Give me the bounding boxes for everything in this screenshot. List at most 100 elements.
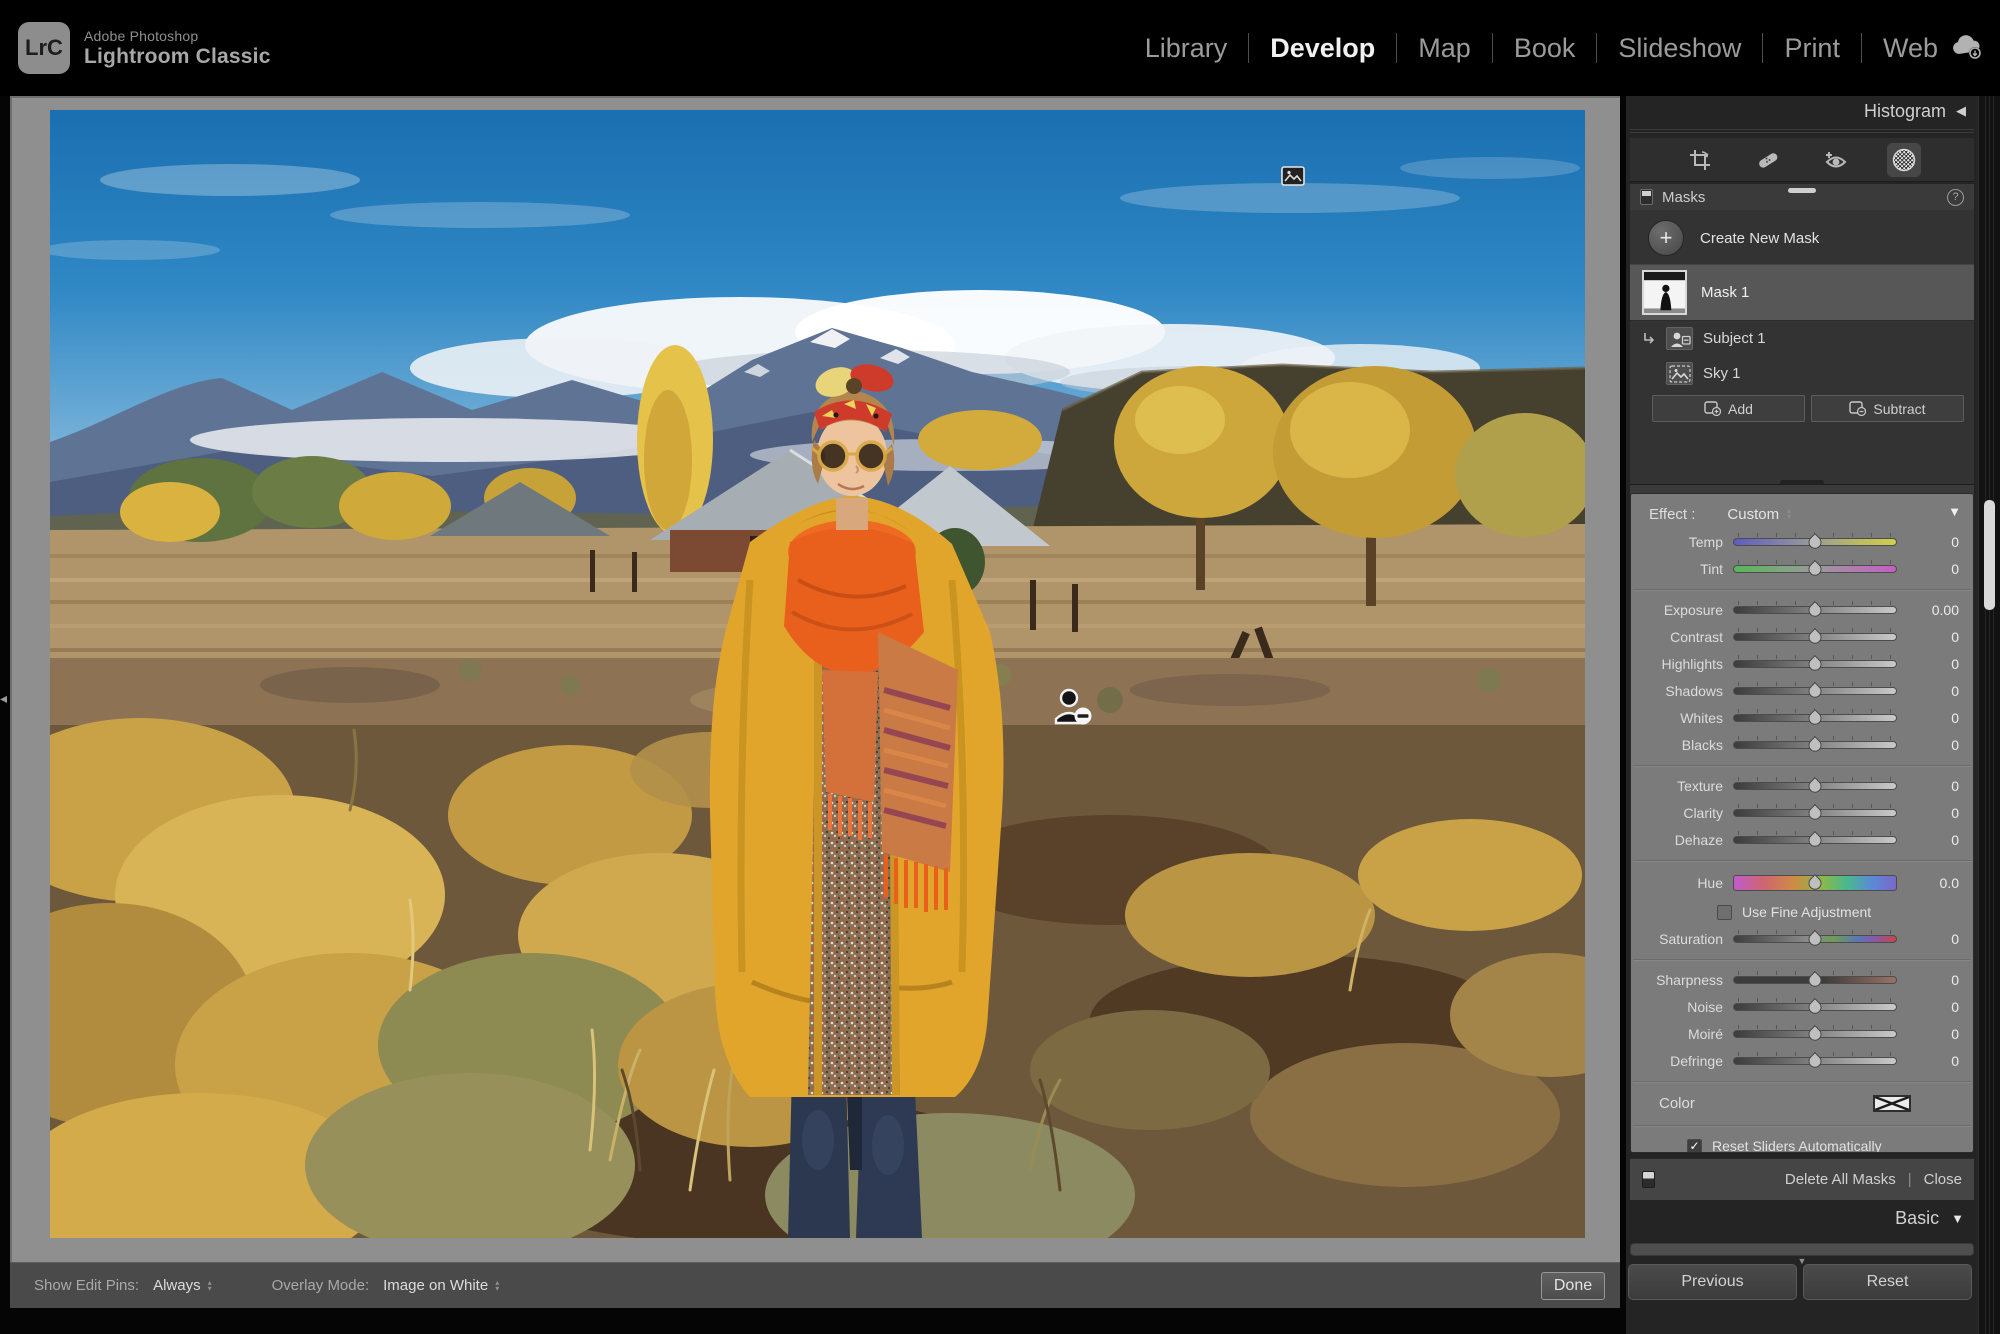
slider-track-dehaze[interactable] (1733, 836, 1897, 844)
sky-mask-pin[interactable] (1281, 166, 1305, 186)
slider-row-moir: Moiré0 (1631, 1020, 1973, 1047)
delete-all-masks-button[interactable]: Delete All Masks (1785, 1171, 1896, 1188)
slider-row-texture: Texture 0 (1631, 772, 1973, 799)
module-print[interactable]: Print (1780, 33, 1844, 64)
help-icon[interactable]: ? (1947, 189, 1964, 206)
use-fine-adjustment-checkbox[interactable] (1717, 905, 1732, 920)
module-map[interactable]: Map (1414, 33, 1475, 64)
panel-toggle-switch[interactable] (1642, 1171, 1655, 1188)
slider-row-contrast: Contrast0 (1631, 623, 1973, 650)
panel-switch-icon[interactable] (1640, 189, 1653, 205)
slider-value[interactable]: 0 (1907, 999, 1959, 1015)
slider-value[interactable]: 0 (1907, 931, 1959, 947)
slider-value[interactable]: 0 (1907, 656, 1959, 672)
effect-preset-dropdown[interactable]: Custom ▴▾ (1727, 506, 1791, 523)
masks-panel-header: Masks ? (1630, 184, 1974, 210)
slider-value[interactable]: 0 (1907, 832, 1959, 848)
histogram-label: Histogram (1864, 101, 1946, 122)
slider-value[interactable]: 0 (1907, 561, 1959, 577)
slider-row-saturation: Saturation0 (1631, 925, 1973, 952)
crop-tool[interactable] (1683, 143, 1717, 177)
slider-value[interactable]: 0.00 (1907, 602, 1959, 618)
slider-row-whites: Whites0 (1631, 704, 1973, 731)
slider-value[interactable]: 0 (1907, 1026, 1959, 1042)
updown-arrows-icon: ▴▾ (1787, 508, 1791, 520)
slider-value[interactable]: 0 (1907, 710, 1959, 726)
slider-track-highlights[interactable] (1733, 660, 1897, 668)
slider-track-moir[interactable] (1733, 1030, 1897, 1038)
add-button[interactable]: Add (1652, 395, 1805, 422)
slider-track-clarity[interactable] (1733, 809, 1897, 817)
effect-divider (1631, 758, 1973, 772)
slider-value[interactable]: 0 (1907, 1053, 1959, 1069)
histogram-header[interactable]: Histogram ◀ (1626, 96, 1978, 126)
masking-tool[interactable] (1887, 143, 1921, 177)
reset-sliders-automatically-checkbox[interactable]: ✓ (1687, 1139, 1702, 1154)
slider-track-temp[interactable] (1733, 538, 1897, 546)
reset-button[interactable]: Reset (1803, 1264, 1972, 1300)
slider-value[interactable]: 0 (1907, 534, 1959, 550)
scrollbar-thumb[interactable] (1984, 500, 1995, 610)
module-develop[interactable]: Develop (1266, 33, 1379, 64)
footer-separator: | (1908, 1171, 1912, 1188)
slider-track-noise[interactable] (1733, 1003, 1897, 1011)
mask-component-subject[interactable]: Subject 1 (1630, 321, 1974, 356)
photo-canvas[interactable] (50, 110, 1585, 1238)
slider-value[interactable]: 0.0 (1907, 875, 1959, 891)
slider-track-whites[interactable] (1733, 714, 1897, 722)
add-mask-icon (1704, 401, 1721, 416)
module-slideshow[interactable]: Slideshow (1614, 33, 1745, 64)
slider-value[interactable]: 0 (1907, 737, 1959, 753)
slider-track-shadows[interactable] (1733, 687, 1897, 695)
mask-thumbnail[interactable] (1642, 270, 1687, 315)
panel-collapse-icon[interactable]: ▼ (1948, 504, 1961, 519)
slider-value[interactable]: 0 (1907, 805, 1959, 821)
module-separator (1248, 33, 1249, 63)
module-book[interactable]: Book (1510, 33, 1580, 64)
slider-value[interactable]: 0 (1907, 683, 1959, 699)
previous-button[interactable]: Previous (1628, 1264, 1797, 1300)
red-eye-tool[interactable] (1819, 143, 1853, 177)
color-swatch-none[interactable] (1873, 1095, 1911, 1112)
slider-row-noise: Noise0 (1631, 993, 1973, 1020)
slider-track-sharpness[interactable] (1733, 976, 1897, 984)
slider-track-hue[interactable] (1733, 875, 1897, 891)
done-button[interactable]: Done (1541, 1272, 1605, 1300)
overlay-mode-dropdown[interactable]: Image on White ▴▾ (383, 1277, 499, 1294)
slider-value[interactable]: 0 (1907, 972, 1959, 988)
effect-panel: Effect : Custom ▴▾ ▼ Temp0Tint0Exposure0… (1630, 493, 1974, 1153)
module-web[interactable]: Web (1879, 33, 1942, 64)
left-panel-collapse-arrow[interactable]: ◂ (0, 690, 7, 707)
mask-component-sky[interactable]: Sky 1 (1630, 356, 1974, 391)
slider-row-clarity: Clarity0 (1631, 799, 1973, 826)
slider-row-shadows: Shadows0 (1631, 677, 1973, 704)
module-separator (1861, 33, 1862, 63)
checkbox-label[interactable]: Use Fine Adjustment (1742, 904, 1871, 920)
panel-drag-handle[interactable] (1780, 480, 1824, 485)
slider-track-saturation[interactable] (1733, 935, 1897, 943)
module-library[interactable]: Library (1141, 33, 1232, 64)
slider-track-contrast[interactable] (1733, 633, 1897, 641)
show-edit-pins-dropdown[interactable]: Always ▴▾ (153, 1277, 212, 1294)
subtract-button[interactable]: Subtract (1811, 395, 1964, 422)
subject-mask-icon (1666, 327, 1693, 350)
slider-track-tint[interactable] (1733, 565, 1897, 573)
slider-track-blacks[interactable] (1733, 741, 1897, 749)
mask-row[interactable]: Mask 1 (1630, 264, 1974, 321)
slider-thumb[interactable] (1806, 874, 1824, 892)
slider-track-exposure[interactable] (1733, 606, 1897, 614)
slider-label: Texture (1631, 778, 1723, 794)
create-new-mask-button[interactable]: + Create New Mask (1630, 210, 1974, 264)
slider-value[interactable]: 0 (1907, 629, 1959, 645)
healing-tool[interactable] (1751, 143, 1785, 177)
close-masks-button[interactable]: Close (1924, 1171, 1962, 1188)
checkbox-label[interactable]: Reset Sliders Automatically (1712, 1138, 1882, 1153)
slider-track-texture[interactable] (1733, 782, 1897, 790)
subject-subtract-pin[interactable] (1052, 686, 1094, 730)
slider-track-defringe[interactable] (1733, 1057, 1897, 1065)
title-bar: LrC Adobe Photoshop Lightroom Classic Li… (0, 0, 2000, 96)
scrollbar-track (1985, 96, 1995, 1334)
basic-panel-header[interactable]: Basic ▼ (1895, 1208, 1964, 1229)
cloud-sync-icon[interactable] (1950, 34, 1984, 65)
slider-value[interactable]: 0 (1907, 778, 1959, 794)
